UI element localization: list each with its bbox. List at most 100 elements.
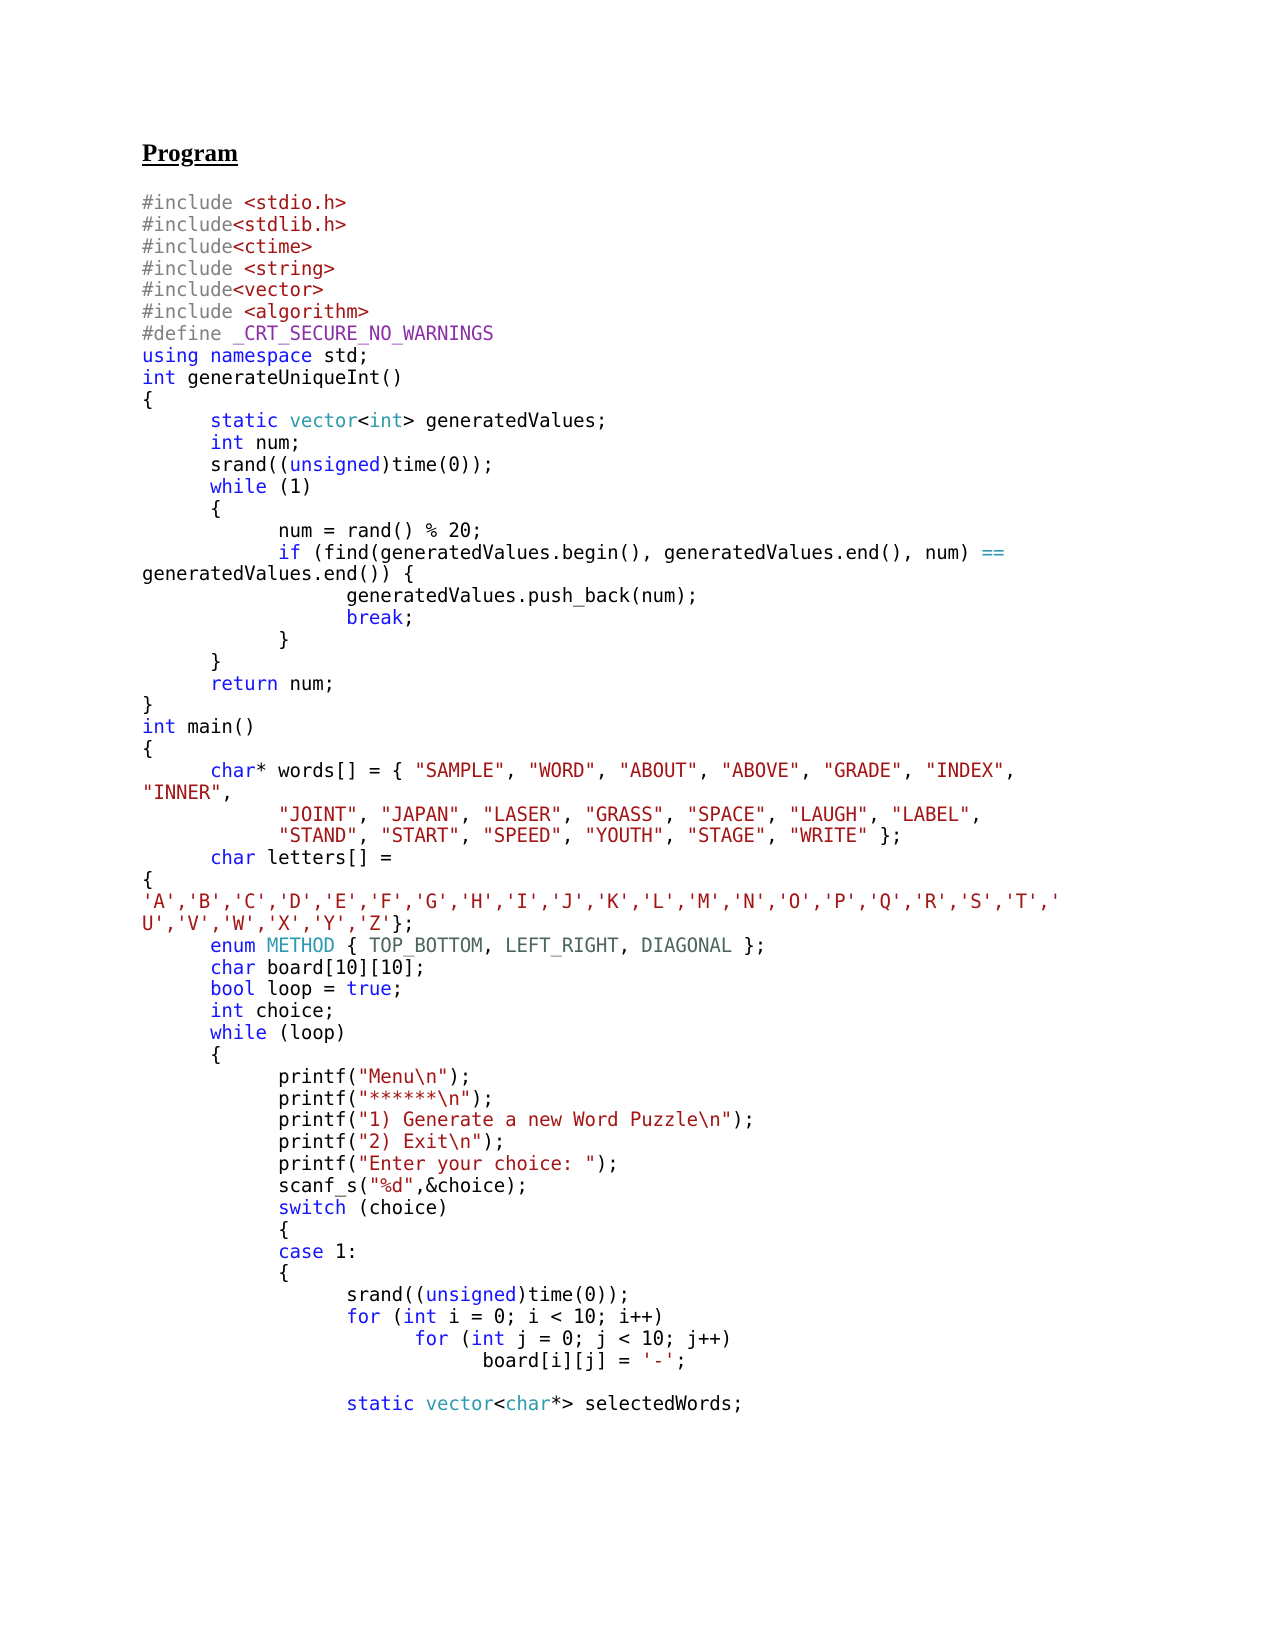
code-token-str: "WRITE" [788,824,869,848]
code-token-plain: , [505,758,528,782]
code-line: } [142,694,1130,716]
code-token-str: "STAND" [278,824,358,848]
code-token-str: "SPEED" [482,824,562,848]
code-token-type: vector [425,1392,494,1416]
code-line: case 1: [142,1240,1130,1263]
code-line: #include<stdlib.h> [142,213,1130,236]
code-token-kw: return [210,671,279,695]
code-token-str: 'A','B','C','D','E','F','G','H','I','J',… [142,890,1061,935]
code-line: char* words[] = { "SAMPLE", "WORD", "ABO… [142,760,1130,804]
code-token-plain: num; [244,431,301,455]
code-token-plain: board[i][j] = [142,1348,642,1372]
code-line: static vector<char*> selectedWords; [142,1393,1130,1415]
code-token-plain: printf( [142,1108,358,1132]
code-token-str: "ABOUT" [618,758,699,782]
code-line: int num; [142,432,1130,454]
code-line: #define _CRT_SECURE_NO_WARNINGS [142,323,1130,345]
code-token-str: "1) Generate a new Word Puzzle\n" [357,1108,733,1132]
code-token-plain: { [142,1261,290,1285]
code-token-plain: , [868,802,891,826]
code-listing: #include <stdio.h> #include<stdlib.h> #i… [142,192,1130,1415]
code-token-plain: > generatedValues; [402,409,608,433]
code-token-plain: } [142,693,154,717]
code-token-plain: * words[] = { [255,758,415,782]
code-token-type: char [505,1392,551,1416]
code-token-plain: ); [595,1152,619,1176]
code-token-macro: _CRT_SECURE_NO_WARNINGS [232,322,494,346]
code-token-plain: printf( [142,1130,358,1154]
code-token-kw: true [346,977,392,1001]
code-line: for (int j = 0; j < 10; j++) [142,1326,1130,1350]
code-line: { [142,388,1130,411]
code-line: #include <string> [142,256,1130,280]
code-token-plain: , [459,802,483,826]
code-token-plain: j = 0; j < 10; j++) [505,1326,733,1350]
code-token-kw: int [471,1326,506,1350]
code-line: printf("Enter your choice: "); [142,1153,1130,1175]
code-token-plain: { [142,1217,290,1241]
code-token-plain: generateUniqueInt() [176,365,403,389]
code-token-pre: #include [142,234,233,258]
code-token-hdr: <stdio.h> [244,191,347,214]
code-token-plain: i = 0; i < 10; i++) [437,1305,664,1329]
code-token-kw: for [346,1305,381,1329]
code-token-plain: }; [868,824,903,848]
code-token-plain: printf( [142,1152,358,1176]
code-line: static vector<int> generatedValues; [142,410,1130,432]
code-token-op: == [981,540,1005,564]
code-token-plain: ); [731,1108,755,1132]
code-token-plain: ,&choice); [414,1173,528,1197]
code-token-str: "YOUTH" [584,824,665,848]
code-token-str: "SAMPLE" [414,758,506,782]
code-line: char letters[] = [142,847,1130,869]
code-line: #include <stdio.h> [142,192,1130,214]
code-line: #include<vector> [142,279,1130,301]
code-token-plain: , [357,824,381,848]
code-token-str: "STAGE" [686,824,767,848]
code-token-kw: int [210,999,245,1023]
code-token-plain: < [357,409,370,433]
code-line: int generateUniqueInt() [142,365,1130,389]
code-token-plain: ); [471,1086,494,1110]
code-token-plain: , [618,933,642,957]
code-token-hdr: <vector> [232,278,324,302]
code-line: return num; [142,671,1130,695]
code-line: #include <algorithm> [142,301,1130,323]
code-token-kw: using namespace [142,343,324,367]
code-line: using namespace std; [142,343,1130,367]
code-token-kw: int [402,1305,438,1329]
code-token-str: "SPACE" [686,802,767,826]
code-token-kw: enum [210,933,267,957]
code-token-plain: ; [391,977,404,1001]
code-token-kw: char [210,846,256,870]
code-token-str: "ABOVE" [720,758,801,782]
code-token-str: "WORD" [527,758,596,782]
code-token-type: int [368,409,403,433]
code-token-pre: #include [142,256,245,280]
code-token-kw: int [210,431,245,455]
code-token-kw: while [210,1021,267,1045]
code-token-kw: unsigned [425,1283,517,1307]
code-token-plain: )time(0)); [380,453,494,477]
code-token-hdr: <string> [244,256,335,280]
code-line: { [142,869,1130,891]
code-token-plain: srand(( [142,1283,426,1307]
code-token-plain: , [1004,758,1016,782]
code-token-str: '-' [641,1348,676,1372]
code-line: printf("2) Exit\n"); [142,1131,1130,1153]
code-token-plain: printf( [142,1086,358,1110]
code-line: switch (choice) [142,1196,1130,1219]
code-line: while (loop) [142,1022,1130,1044]
code-line: board[i][j] = '-'; [142,1348,1130,1372]
code-token-plain: ; [402,606,415,630]
code-line: printf("1) Generate a new Word Puzzle\n"… [142,1109,1130,1131]
